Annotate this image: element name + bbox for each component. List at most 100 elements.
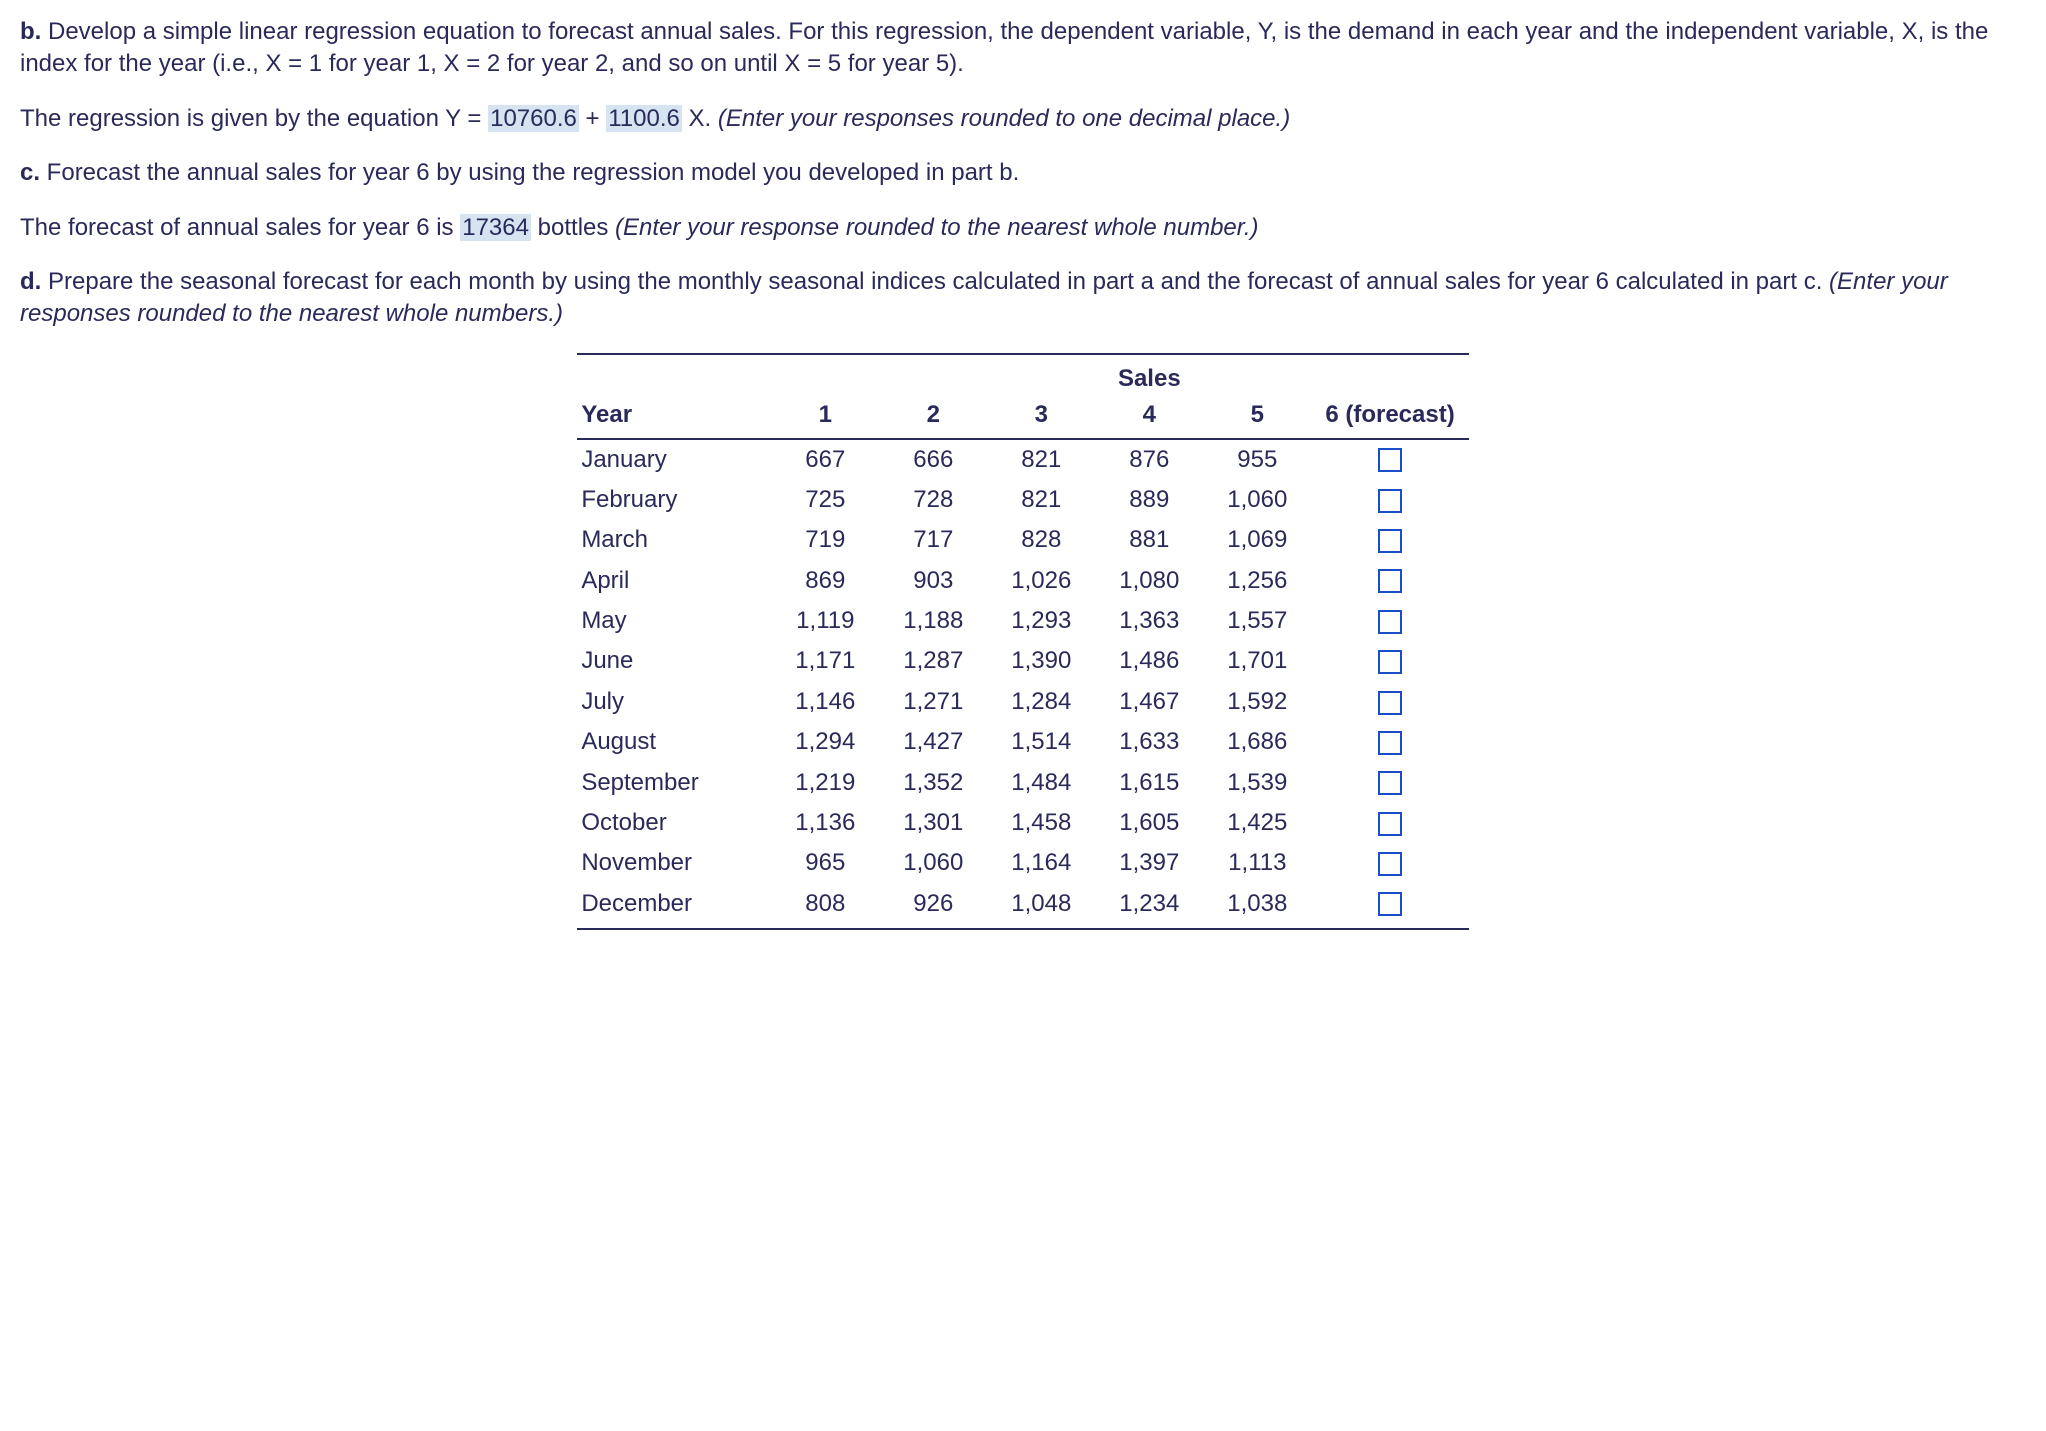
- header-blank: [1203, 354, 1311, 395]
- forecast-prefix: The forecast of annual sales for year 6 …: [20, 214, 460, 241]
- table-row: June1,1711,2871,3901,4861,701: [577, 641, 1468, 681]
- value-cell: 1,069: [1203, 520, 1311, 560]
- forecast-cell: [1311, 480, 1468, 520]
- value-cell: 1,164: [987, 843, 1095, 883]
- header-blank: [1311, 354, 1468, 395]
- table-row: May1,1191,1881,2931,3631,557: [577, 601, 1468, 641]
- value-cell: 1,615: [1095, 763, 1203, 803]
- value-cell: 869: [771, 561, 879, 601]
- table-row: January667666821876955: [577, 439, 1468, 480]
- part-c-answer-line: The forecast of annual sales for year 6 …: [20, 212, 2026, 244]
- value-cell: 1,060: [879, 843, 987, 883]
- forecast-year6[interactable]: 17364: [460, 214, 531, 241]
- value-cell: 1,352: [879, 763, 987, 803]
- month-cell: August: [577, 722, 771, 762]
- value-cell: 828: [987, 520, 1095, 560]
- value-cell: 821: [987, 480, 1095, 520]
- value-cell: 889: [1095, 480, 1203, 520]
- value-cell: 821: [987, 439, 1095, 480]
- part-b-label: b.: [20, 18, 41, 45]
- part-c-question: c. Forecast the annual sales for year 6 …: [20, 157, 2026, 189]
- col-3: 3: [987, 395, 1095, 438]
- table-row: October1,1361,3011,4581,6051,425: [577, 803, 1468, 843]
- forecast-cell: [1311, 601, 1468, 641]
- table-row: February7257288218891,060: [577, 480, 1468, 520]
- eq-plus: +: [586, 105, 607, 132]
- forecast-input[interactable]: [1378, 691, 1402, 715]
- value-cell: 1,234: [1095, 884, 1203, 929]
- forecast-cell: [1311, 641, 1468, 681]
- forecast-input[interactable]: [1378, 771, 1402, 795]
- value-cell: 1,136: [771, 803, 879, 843]
- forecast-input[interactable]: [1378, 892, 1402, 916]
- forecast-input[interactable]: [1378, 650, 1402, 674]
- value-cell: 1,633: [1095, 722, 1203, 762]
- forecast-cell: [1311, 884, 1468, 929]
- value-cell: 1,592: [1203, 682, 1311, 722]
- part-c-text: Forecast the annual sales for year 6 by …: [40, 159, 1019, 186]
- value-cell: 881: [1095, 520, 1203, 560]
- value-cell: 926: [879, 884, 987, 929]
- value-cell: 1,060: [1203, 480, 1311, 520]
- forecast-cell: [1311, 843, 1468, 883]
- value-cell: 1,484: [987, 763, 1095, 803]
- regression-intercept[interactable]: 10760.6: [488, 105, 579, 132]
- month-cell: July: [577, 682, 771, 722]
- sales-table: Sales Year 1 2 3 4 5 6 (forecast) Januar…: [577, 353, 1468, 930]
- value-cell: 717: [879, 520, 987, 560]
- table-row: March7197178288811,069: [577, 520, 1468, 560]
- value-cell: 955: [1203, 439, 1311, 480]
- forecast-input[interactable]: [1378, 610, 1402, 634]
- sales-table-body: January667666821876955February7257288218…: [577, 439, 1468, 930]
- value-cell: 1,701: [1203, 641, 1311, 681]
- month-cell: January: [577, 439, 771, 480]
- part-b-note: (Enter your responses rounded to one dec…: [718, 105, 1290, 132]
- value-cell: 1,686: [1203, 722, 1311, 762]
- forecast-cell: [1311, 722, 1468, 762]
- col-1: 1: [771, 395, 879, 438]
- value-cell: 1,287: [879, 641, 987, 681]
- table-row: April8699031,0261,0801,256: [577, 561, 1468, 601]
- forecast-input[interactable]: [1378, 569, 1402, 593]
- value-cell: 1,113: [1203, 843, 1311, 883]
- month-cell: April: [577, 561, 771, 601]
- forecast-cell: [1311, 763, 1468, 803]
- value-cell: 1,363: [1095, 601, 1203, 641]
- value-cell: 1,301: [879, 803, 987, 843]
- year-label: Year: [577, 395, 771, 438]
- forecast-input[interactable]: [1378, 852, 1402, 876]
- forecast-suffix: bottles: [538, 214, 615, 241]
- value-cell: 1,427: [879, 722, 987, 762]
- forecast-cell: [1311, 803, 1468, 843]
- value-cell: 1,119: [771, 601, 879, 641]
- part-b-text: Develop a simple linear regression equat…: [20, 18, 1988, 77]
- part-d-text: Prepare the seasonal forecast for each m…: [41, 268, 1829, 295]
- table-row: August1,2941,4271,5141,6331,686: [577, 722, 1468, 762]
- forecast-input[interactable]: [1378, 731, 1402, 755]
- value-cell: 1,219: [771, 763, 879, 803]
- month-cell: May: [577, 601, 771, 641]
- month-cell: September: [577, 763, 771, 803]
- forecast-input[interactable]: [1378, 812, 1402, 836]
- month-cell: June: [577, 641, 771, 681]
- part-d-label: d.: [20, 268, 41, 295]
- value-cell: 1,514: [987, 722, 1095, 762]
- col-2: 2: [879, 395, 987, 438]
- forecast-input[interactable]: [1378, 529, 1402, 553]
- value-cell: 1,038: [1203, 884, 1311, 929]
- sales-table-wrap: Sales Year 1 2 3 4 5 6 (forecast) Januar…: [20, 353, 2026, 930]
- value-cell: 1,605: [1095, 803, 1203, 843]
- forecast-input[interactable]: [1378, 489, 1402, 513]
- regression-slope[interactable]: 1100.6: [606, 105, 682, 132]
- forecast-input[interactable]: [1378, 448, 1402, 472]
- part-b-equation-line: The regression is given by the equation …: [20, 103, 2026, 135]
- table-row: December8089261,0481,2341,038: [577, 884, 1468, 929]
- header-blank: [771, 354, 879, 395]
- value-cell: 719: [771, 520, 879, 560]
- value-cell: 808: [771, 884, 879, 929]
- table-row: July1,1461,2711,2841,4671,592: [577, 682, 1468, 722]
- value-cell: 1,026: [987, 561, 1095, 601]
- part-c-note: (Enter your response rounded to the near…: [615, 214, 1258, 241]
- value-cell: 876: [1095, 439, 1203, 480]
- value-cell: 1,486: [1095, 641, 1203, 681]
